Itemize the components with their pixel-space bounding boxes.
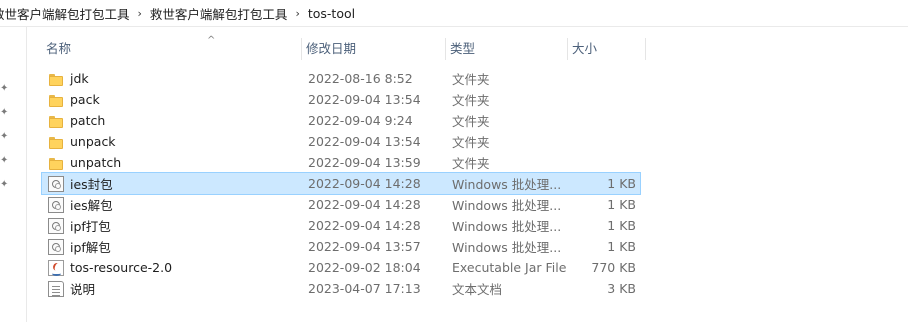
file-row[interactable]: pack 2022-09-04 13:54 文件夹 (42, 89, 640, 110)
folder-icon (48, 134, 64, 150)
file-date: 2022-09-04 13:54 (308, 134, 421, 149)
column-divider[interactable] (645, 38, 646, 60)
file-date: 2022-09-04 14:28 (308, 176, 421, 191)
file-row[interactable]: ies封包 2022-09-04 14:28 Windows 批处理... 1 … (41, 172, 641, 195)
batch-file-icon (48, 238, 64, 255)
pin-icon: ✦ (0, 131, 9, 142)
chevron-right-icon[interactable]: › (136, 7, 144, 20)
pin-icon: ✦ (0, 83, 9, 94)
file-name: unpatch (70, 155, 122, 170)
file-date: 2023-04-07 17:13 (308, 281, 421, 296)
file-row[interactable]: tos-resource-2.0 2022-09-02 18:04 Execut… (42, 257, 640, 278)
column-header-size[interactable]: 大小 (568, 36, 646, 62)
pin-icon: ✦ (0, 179, 9, 190)
file-name: patch (70, 113, 106, 128)
column-header-name[interactable]: ^ 名称 (42, 35, 302, 62)
chevron-right-icon[interactable]: › (293, 7, 301, 20)
file-name: 说明 (70, 282, 96, 297)
column-header-row: ^ 名称 修改日期 类型 大小 (42, 35, 646, 62)
file-date: 2022-08-16 8:52 (308, 71, 413, 86)
column-header-label: 类型 (450, 41, 476, 56)
file-date: 2022-09-04 13:59 (308, 155, 421, 170)
file-row[interactable]: ipf打包 2022-09-04 14:28 Windows 批处理... 1 … (42, 215, 640, 236)
file-date: 2022-09-04 14:28 (308, 218, 421, 233)
file-name: tos-resource-2.0 (70, 260, 173, 275)
folder-icon (48, 155, 64, 171)
navigation-pane-edge: ✦ ✦ ✦ ✦ ✦ (0, 27, 27, 322)
file-type: 文件夹 (452, 114, 490, 129)
folder-icon (48, 92, 64, 108)
file-name: unpack (70, 134, 116, 149)
column-header-type[interactable]: 类型 (446, 36, 568, 62)
pin-icon: ✦ (0, 155, 9, 166)
file-date: 2022-09-02 18:04 (308, 260, 421, 275)
file-row[interactable]: unpack 2022-09-04 13:54 文件夹 (42, 131, 640, 152)
column-header-date[interactable]: 修改日期 (302, 36, 446, 62)
file-row[interactable]: unpatch 2022-09-04 13:59 文件夹 (42, 152, 640, 173)
breadcrumb: 救世客户端解包打包工具 › 救世客户端解包打包工具 › tos-tool (0, 0, 908, 26)
file-type: 文件夹 (452, 135, 490, 150)
file-row[interactable]: jdk 2022-08-16 8:52 文件夹 (42, 68, 640, 89)
file-row[interactable]: ipf解包 2022-09-04 13:57 Windows 批处理... 1 … (42, 236, 640, 257)
column-header-label: 名称 (46, 41, 72, 56)
batch-file-icon (48, 196, 64, 213)
breadcrumb-item[interactable]: 救世客户端解包打包工具 (144, 4, 294, 23)
breadcrumb-item[interactable]: 救世客户端解包打包工具 (0, 4, 136, 23)
file-type: Windows 批处理... (452, 219, 562, 234)
folder-icon (48, 113, 64, 129)
file-list: jdk 2022-08-16 8:52 文件夹 pack 2022-09-04 … (41, 68, 641, 299)
file-size: 1 KB (607, 197, 636, 212)
file-name: ies封包 (70, 177, 113, 192)
column-header-label: 修改日期 (306, 41, 357, 56)
file-row[interactable]: 说明 2023-04-07 17:13 文本文档 3 KB (42, 278, 640, 299)
file-date: 2022-09-04 9:24 (308, 113, 413, 128)
file-date: 2022-09-04 14:28 (308, 197, 421, 212)
file-name: pack (70, 92, 100, 107)
divider (0, 26, 908, 27)
text-file-icon (48, 280, 64, 297)
file-type: Windows 批处理... (452, 177, 562, 192)
file-date: 2022-09-04 13:54 (308, 92, 421, 107)
file-type: 文件夹 (452, 93, 490, 108)
file-name: ies解包 (70, 198, 113, 213)
file-name: ipf解包 (70, 240, 111, 255)
file-name: ipf打包 (70, 219, 111, 234)
jar-file-icon (48, 259, 64, 276)
file-size: 1 KB (607, 176, 636, 191)
file-size: 1 KB (607, 239, 636, 254)
file-size: 770 KB (591, 260, 636, 275)
file-size: 3 KB (607, 281, 636, 296)
file-row[interactable]: patch 2022-09-04 9:24 文件夹 (42, 110, 640, 131)
batch-file-icon (48, 217, 64, 234)
folder-icon (48, 71, 64, 87)
file-type: 文件夹 (452, 72, 490, 87)
file-type: Executable Jar File (452, 260, 567, 275)
file-type: Windows 批处理... (452, 240, 562, 255)
breadcrumb-item-current[interactable]: tos-tool (302, 6, 361, 21)
batch-file-icon (48, 175, 64, 192)
file-type: 文本文档 (452, 282, 503, 297)
column-header-label: 大小 (572, 41, 598, 56)
file-row[interactable]: ies解包 2022-09-04 14:28 Windows 批处理... 1 … (42, 194, 640, 215)
file-date: 2022-09-04 13:57 (308, 239, 421, 254)
pin-icon: ✦ (0, 107, 9, 118)
file-name: jdk (70, 71, 89, 86)
file-size: 1 KB (607, 218, 636, 233)
file-type: 文件夹 (452, 156, 490, 171)
sort-up-icon: ^ (207, 35, 216, 46)
file-type: Windows 批处理... (452, 198, 562, 213)
